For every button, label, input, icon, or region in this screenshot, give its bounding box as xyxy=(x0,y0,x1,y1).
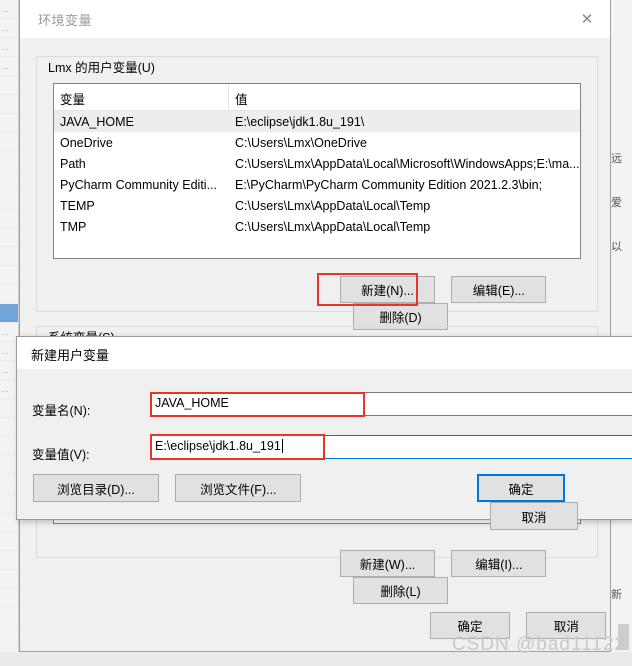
new-variable-browse-button-row: 浏览目录(D)... 浏览文件(F)... xyxy=(33,474,302,502)
background-glyph: ... xyxy=(1,23,9,33)
table-row[interactable]: JAVA_HOME E:\eclipse\jdk1.8u_191\ xyxy=(54,111,580,132)
background-row xyxy=(0,228,18,247)
environment-variables-titlebar: 环境变量 ✕ xyxy=(20,0,610,39)
cell-value: C:\Users\Lmx\AppData\Local\Microsoft\Win… xyxy=(235,156,580,171)
background-row xyxy=(0,190,18,209)
watermark: CSDN @bad11122 xyxy=(451,634,626,655)
user-variables-group-label: Lmx 的用户变量(U) xyxy=(44,57,159,76)
environment-variables-dialog: 环境变量 ✕ Lmx 的用户变量(U) 变量 值 JAVA_HOME E:\ec… xyxy=(19,0,611,652)
cell-value: C:\Users\Lmx\AppData\Local\Temp xyxy=(235,219,431,234)
background-row xyxy=(0,209,18,228)
background-row xyxy=(0,551,18,570)
cell-variable: OneDrive xyxy=(60,135,113,150)
close-glyph: ✕ xyxy=(580,11,594,28)
background-glyph: ... xyxy=(1,4,9,14)
browse-directory-button[interactable]: 浏览目录(D)... xyxy=(33,474,159,502)
table-row[interactable]: Path C:\Users\Lmx\AppData\Local\Microsof… xyxy=(54,153,580,174)
background-row xyxy=(0,133,18,152)
user-variables-list-header: 变量 值 xyxy=(54,84,580,111)
new-user-variable-button[interactable]: 新建(N)... xyxy=(340,276,435,303)
table-row[interactable]: PyCharm Community Editi... E:\PyCharm\Py… xyxy=(54,174,580,195)
cell-value: E:\PyCharm\PyCharm Community Edition 202… xyxy=(235,177,543,192)
background-row xyxy=(0,152,18,171)
variable-name-input[interactable]: JAVA_HOME xyxy=(150,392,632,416)
background-row: ... xyxy=(0,19,18,38)
variable-value-input[interactable]: E:\eclipse\jdk1.8u_191 xyxy=(150,435,632,459)
new-system-variable-button[interactable]: 新建(W)... xyxy=(340,550,435,577)
background-row xyxy=(0,266,18,285)
new-user-variable-title: 新建用户变量 xyxy=(31,348,110,363)
table-row[interactable]: TEMP C:\Users\Lmx\AppData\Local\Temp xyxy=(54,195,580,216)
cell-variable: TMP xyxy=(60,219,87,234)
background-text: 远 xyxy=(611,153,622,165)
background-window-right-strip: 远 爱 以 新 xyxy=(608,0,632,666)
background-row: ... xyxy=(0,38,18,57)
text-caret xyxy=(281,439,283,453)
new-variable-ok-button[interactable]: 确定 xyxy=(477,474,565,502)
variable-value-label: 变量值(V): xyxy=(32,448,90,462)
background-row xyxy=(0,95,18,114)
background-row xyxy=(0,589,18,608)
edit-system-variable-button[interactable]: 编辑(I)... xyxy=(451,550,547,577)
user-variables-list[interactable]: 变量 值 JAVA_HOME E:\eclipse\jdk1.8u_191\ O… xyxy=(53,83,581,259)
table-row[interactable]: TMP C:\Users\Lmx\AppData\Local\Temp xyxy=(54,216,580,237)
background-row xyxy=(0,608,18,627)
new-variable-cancel-button[interactable]: 取消 xyxy=(490,502,578,530)
background-window-left-strip: ... ... ... ... ... ... ... ... xyxy=(0,0,19,666)
variable-name-label: 变量名(N): xyxy=(32,404,91,418)
delete-system-variable-button[interactable]: 删除(L) xyxy=(353,577,448,604)
cell-variable: TEMP xyxy=(60,198,95,213)
background-row xyxy=(0,171,18,190)
background-row xyxy=(0,285,18,304)
background-row: ... xyxy=(0,57,18,76)
background-text: 以 xyxy=(611,241,622,253)
background-row xyxy=(0,570,18,589)
system-variables-button-row: 新建(W)... 编辑(I)... 删除(L) xyxy=(340,550,610,604)
edit-user-variable-button[interactable]: 编辑(E)... xyxy=(451,276,547,303)
new-variable-confirm-button-row: 确定 取消 xyxy=(477,474,632,530)
cell-value: E:\eclipse\jdk1.8u_191\ xyxy=(235,114,365,129)
page-title: 环境变量 xyxy=(38,13,93,28)
user-variables-button-row: 新建(N)... 编辑(E)... 删除(D) xyxy=(340,276,610,330)
close-icon[interactable]: ✕ xyxy=(564,0,610,38)
background-row xyxy=(0,627,18,646)
new-user-variable-titlebar: 新建用户变量 xyxy=(17,337,632,369)
variable-value-text: E:\eclipse\jdk1.8u_191 xyxy=(155,439,281,453)
column-header-value[interactable]: 值 xyxy=(229,84,580,110)
background-row xyxy=(0,114,18,133)
variable-name-value: JAVA_HOME xyxy=(155,396,229,410)
background-glyph: ... xyxy=(1,61,9,71)
cell-value: C:\Users\Lmx\AppData\Local\Temp xyxy=(235,198,431,213)
background-row xyxy=(0,247,18,266)
background-text: 新 xyxy=(611,589,622,601)
cell-value: C:\Users\Lmx\OneDrive xyxy=(235,135,367,150)
cell-variable: PyCharm Community Editi... xyxy=(60,177,217,192)
background-row xyxy=(0,532,18,551)
background-row-selected xyxy=(0,304,18,323)
background-row xyxy=(0,76,18,95)
cell-variable: JAVA_HOME xyxy=(60,114,134,129)
browse-file-button[interactable]: 浏览文件(F)... xyxy=(175,474,302,502)
column-header-variable[interactable]: 变量 xyxy=(54,84,229,110)
background-text: 爱 xyxy=(611,197,622,209)
background-row: ... xyxy=(0,0,18,19)
table-row[interactable]: OneDrive C:\Users\Lmx\OneDrive xyxy=(54,132,580,153)
background-glyph: ... xyxy=(1,42,9,52)
cell-variable: Path xyxy=(60,156,86,171)
